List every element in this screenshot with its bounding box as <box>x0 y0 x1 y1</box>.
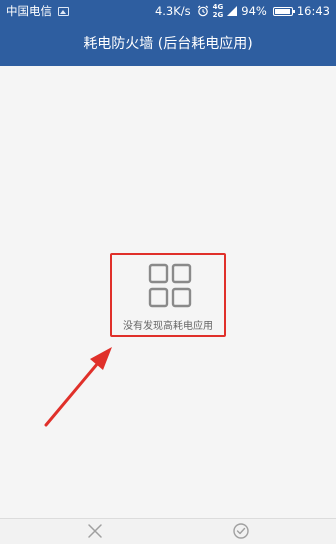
network-type-badge: 4G 2G <box>213 3 224 19</box>
battery-icon <box>272 6 295 16</box>
grid-icon <box>148 263 192 309</box>
close-icon <box>88 524 102 538</box>
bottom-action-bar <box>0 518 336 544</box>
status-bar: 中国电信 4.3K/s 4G 2G 94% 16:43 <box>0 0 336 22</box>
network-speed: 4.3K/s <box>154 4 191 18</box>
annotation-arrow <box>40 345 120 429</box>
signal-icon <box>227 6 238 16</box>
check-circle-icon <box>233 523 249 539</box>
network-type-bottom: 2G <box>212 11 224 19</box>
status-left: 中国电信 <box>6 0 69 22</box>
empty-state-message: 没有发现高耗电应用 <box>123 321 213 332</box>
alarm-icon <box>197 5 209 17</box>
page-title: 耗电防火墙 (后台耗电应用) <box>83 36 253 52</box>
image-notification-icon <box>58 6 69 16</box>
battery-percent: 94% <box>241 4 267 18</box>
clock-time: 16:43 <box>296 4 330 18</box>
network-type-top: 4G <box>212 3 224 11</box>
confirm-button[interactable] <box>231 523 251 541</box>
page-title-bar: 耗电防火墙 (后台耗电应用) <box>0 22 336 66</box>
status-right: 4.3K/s 4G 2G 94% 16:43 <box>155 0 330 22</box>
battery-fill <box>274 8 290 14</box>
carrier-label: 中国电信 <box>6 4 52 18</box>
cancel-button[interactable] <box>85 523 105 541</box>
empty-state-highlight: 没有发现高耗电应用 <box>110 253 226 337</box>
